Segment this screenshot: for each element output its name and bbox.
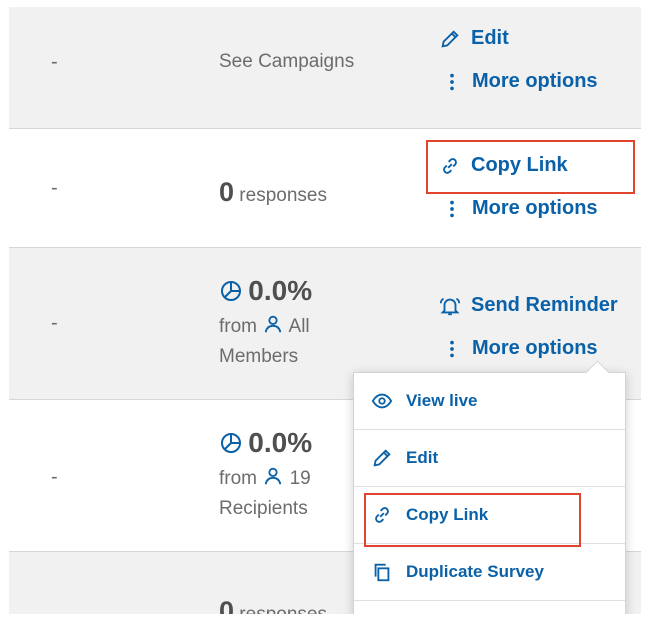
responses-count: 0 responses <box>219 177 327 211</box>
person-icon <box>262 467 284 489</box>
highlight-copy-link-row <box>426 140 635 194</box>
edit-label: Edit <box>471 27 509 49</box>
more-options-action[interactable]: More options <box>437 197 598 220</box>
pencil-icon <box>370 447 394 469</box>
from-label: from <box>219 316 257 337</box>
menu-item-duplicate-survey[interactable]: Duplicate Survey <box>354 544 625 601</box>
highlight-copy-link-menu <box>364 493 581 547</box>
more-options-dropdown: View live Edit Copy Link Duplicate Surve… <box>353 360 626 614</box>
kebab-icon <box>441 338 463 360</box>
surveys-table: - See Campaigns Edit More options - 0 re… <box>9 7 641 614</box>
audience-line2: Recipients <box>219 498 308 519</box>
more-options-action[interactable]: More options <box>437 337 598 360</box>
pie-chart-icon <box>219 433 243 457</box>
person-icon <box>262 315 284 337</box>
row-dash: - <box>51 312 58 334</box>
audience-label: All <box>288 316 310 337</box>
audience-line2: Members <box>219 346 299 367</box>
kebab-icon <box>441 71 463 93</box>
row-dash: - <box>51 466 58 488</box>
more-options-action[interactable]: More options <box>437 70 598 93</box>
response-number: 0 <box>219 596 235 614</box>
kebab-icon <box>441 198 463 220</box>
row-dash: - <box>51 177 58 199</box>
pie-chart-icon <box>219 281 243 305</box>
send-reminder-label: Send Reminder <box>471 294 618 316</box>
from-label: from <box>219 468 257 489</box>
eye-icon <box>370 390 394 412</box>
response-suffix: responses <box>234 185 327 206</box>
more-options-label: More options <box>472 337 598 359</box>
percent-value: 0.0% <box>248 427 313 458</box>
pencil-icon <box>437 28 463 50</box>
response-rate: 0.0% from 19 Recipients <box>219 428 312 524</box>
view-live-label: View live <box>406 391 478 410</box>
row-dash: - <box>51 606 58 614</box>
response-suffix: responses <box>234 604 327 614</box>
see-campaigns-link[interactable]: See Campaigns <box>219 47 354 77</box>
menu-item-edit[interactable]: Edit <box>354 430 625 487</box>
edit-action[interactable]: Edit <box>437 27 509 50</box>
more-options-label: More options <box>472 70 598 92</box>
table-row: - See Campaigns Edit More options <box>9 7 641 129</box>
menu-item-view-live[interactable]: View live <box>354 373 625 430</box>
response-number: 0 <box>219 177 235 207</box>
edit-label: Edit <box>406 448 439 467</box>
row-dash: - <box>51 51 58 73</box>
response-rate: 0.0% from All Members <box>219 276 312 372</box>
bell-icon <box>437 295 463 317</box>
duplicate-icon <box>370 561 394 583</box>
responses-count: 0 responses <box>219 596 327 614</box>
duplicate-survey-label: Duplicate Survey <box>406 562 544 581</box>
audience-label: 19 <box>289 468 311 489</box>
more-options-label: More options <box>472 197 598 219</box>
percent-value: 0.0% <box>248 275 313 306</box>
send-reminder-action[interactable]: Send Reminder <box>437 294 618 317</box>
